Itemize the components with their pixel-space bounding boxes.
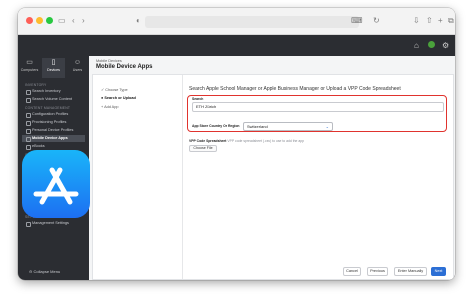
translate-icon[interactable]: ⌨ (351, 17, 363, 25)
add-tab-icon[interactable]: + (438, 17, 443, 25)
share-icon[interactable]: ⇧ (426, 17, 433, 25)
search-highlight-box: Search ETH Zürich App Store Country Or R… (187, 95, 447, 132)
settings-gear-icon[interactable]: ⚙ (442, 42, 449, 50)
wizard-card: ✓ Choose Type ● Search or Upload + Add A… (92, 74, 454, 280)
previous-button[interactable]: Previous (367, 267, 388, 276)
minimize-window-icon[interactable] (36, 17, 43, 24)
step-search-or-upload[interactable]: ● Search or Upload (101, 96, 136, 100)
tab-overview-icon[interactable]: ⧉ (448, 17, 454, 25)
sidebar-item-search-volume[interactable]: Search Volume Content (22, 96, 85, 103)
step-add-app[interactable]: + Add App (101, 105, 118, 109)
breadcrumb[interactable]: Mobile Devices (96, 59, 152, 63)
check-icon: ✓ (101, 88, 105, 92)
enter-manually-button[interactable]: Enter Manually (394, 267, 427, 276)
next-button[interactable]: Next (431, 267, 446, 276)
sidebar-item-provisioning-profiles[interactable]: Provisioning Profiles (22, 119, 85, 126)
reload-icon[interactable]: ↻ (373, 17, 380, 25)
sidebar-item-ebooks[interactable]: eBooks (22, 143, 85, 150)
step-choose-type[interactable]: ✓ Choose Type (101, 87, 128, 92)
country-label: App Store Country Or Region (192, 124, 240, 128)
close-window-icon[interactable] (26, 17, 33, 24)
section-content-management: CONTENT MANAGEMENT (25, 106, 71, 110)
zoom-window-icon[interactable] (46, 17, 53, 24)
sidebar-item-search-inventory[interactable]: Search Inventory (22, 88, 85, 95)
notifications-icon[interactable]: ⌂ (414, 42, 419, 50)
sidebar-item-configuration-profiles[interactable]: Configuration Profiles (22, 111, 85, 118)
tab-devices[interactable]: ▯ Devices (42, 58, 65, 78)
form-heading: Search Apple School Manager or Apple Bus… (189, 86, 401, 92)
wizard-content: Search Apple School Manager or Apple Bus… (185, 75, 453, 279)
app-store-icon (22, 150, 90, 218)
country-select[interactable]: Switzerland ⌄ (243, 122, 333, 131)
back-icon[interactable]: ‹ (72, 17, 75, 25)
download-icon[interactable]: ⇩ (413, 17, 420, 25)
tab-computers[interactable]: ▭ Computers (18, 58, 41, 78)
section-inventory: INVENTORY (25, 83, 47, 87)
browser-toolbar: ▭ ‹ › ◐ ⌨ ↻ ⇩ ⇧ + ⧉ (18, 8, 455, 35)
sidebar-item-personal-device-profiles[interactable]: Personal Device Profiles (22, 127, 85, 134)
wizard-steps: ✓ Choose Type ● Search or Upload + Add A… (93, 75, 183, 279)
phone-icon: ▯ (51, 59, 56, 66)
cancel-button[interactable]: Cancel (343, 267, 361, 276)
vpp-section: VPP Code Spreadsheet VPP code spreadshee… (189, 139, 305, 143)
shield-icon[interactable]: ◐ (136, 17, 141, 25)
search-label: Search (192, 97, 204, 101)
pending-step-icon: + (101, 105, 104, 109)
monitor-icon: ▭ (26, 59, 33, 66)
forward-icon[interactable]: › (82, 17, 85, 25)
page-title: Mobile Device Apps (96, 64, 153, 70)
sidebar-item-mobile-device-apps[interactable]: Mobile Device Apps (22, 135, 85, 142)
nav-tabs: ▭ Computers ▯ Devices ☺ Users (18, 56, 89, 78)
user-icon: ☺ (73, 59, 82, 66)
footer-bar: Cancel Previous Enter Manually Next (18, 264, 455, 280)
browser-window: ▭ ‹ › ◐ ⌨ ↻ ⇩ ⇧ + ⧉ jamf PRO ⌂ ⚙ ▭Comput… (18, 8, 455, 280)
current-step-icon: ● (101, 96, 104, 100)
sidebar-item-management-settings[interactable]: Management Settings (22, 220, 85, 227)
address-bar[interactable] (145, 16, 359, 28)
badge-icon[interactable] (428, 41, 435, 48)
choose-file-button[interactable]: Choose File (189, 145, 217, 152)
search-input[interactable]: ETH Zürich (192, 102, 444, 112)
chevron-down-icon: ⌄ (325, 124, 329, 129)
main-content: Mobile Devices Mobile Device Apps ✓ Choo… (89, 56, 455, 280)
page-header: Mobile Devices Mobile Device Apps (96, 59, 152, 70)
tab-users[interactable]: ☺ Users (66, 58, 89, 78)
sidebar-toggle-icon[interactable]: ▭ (58, 17, 66, 25)
